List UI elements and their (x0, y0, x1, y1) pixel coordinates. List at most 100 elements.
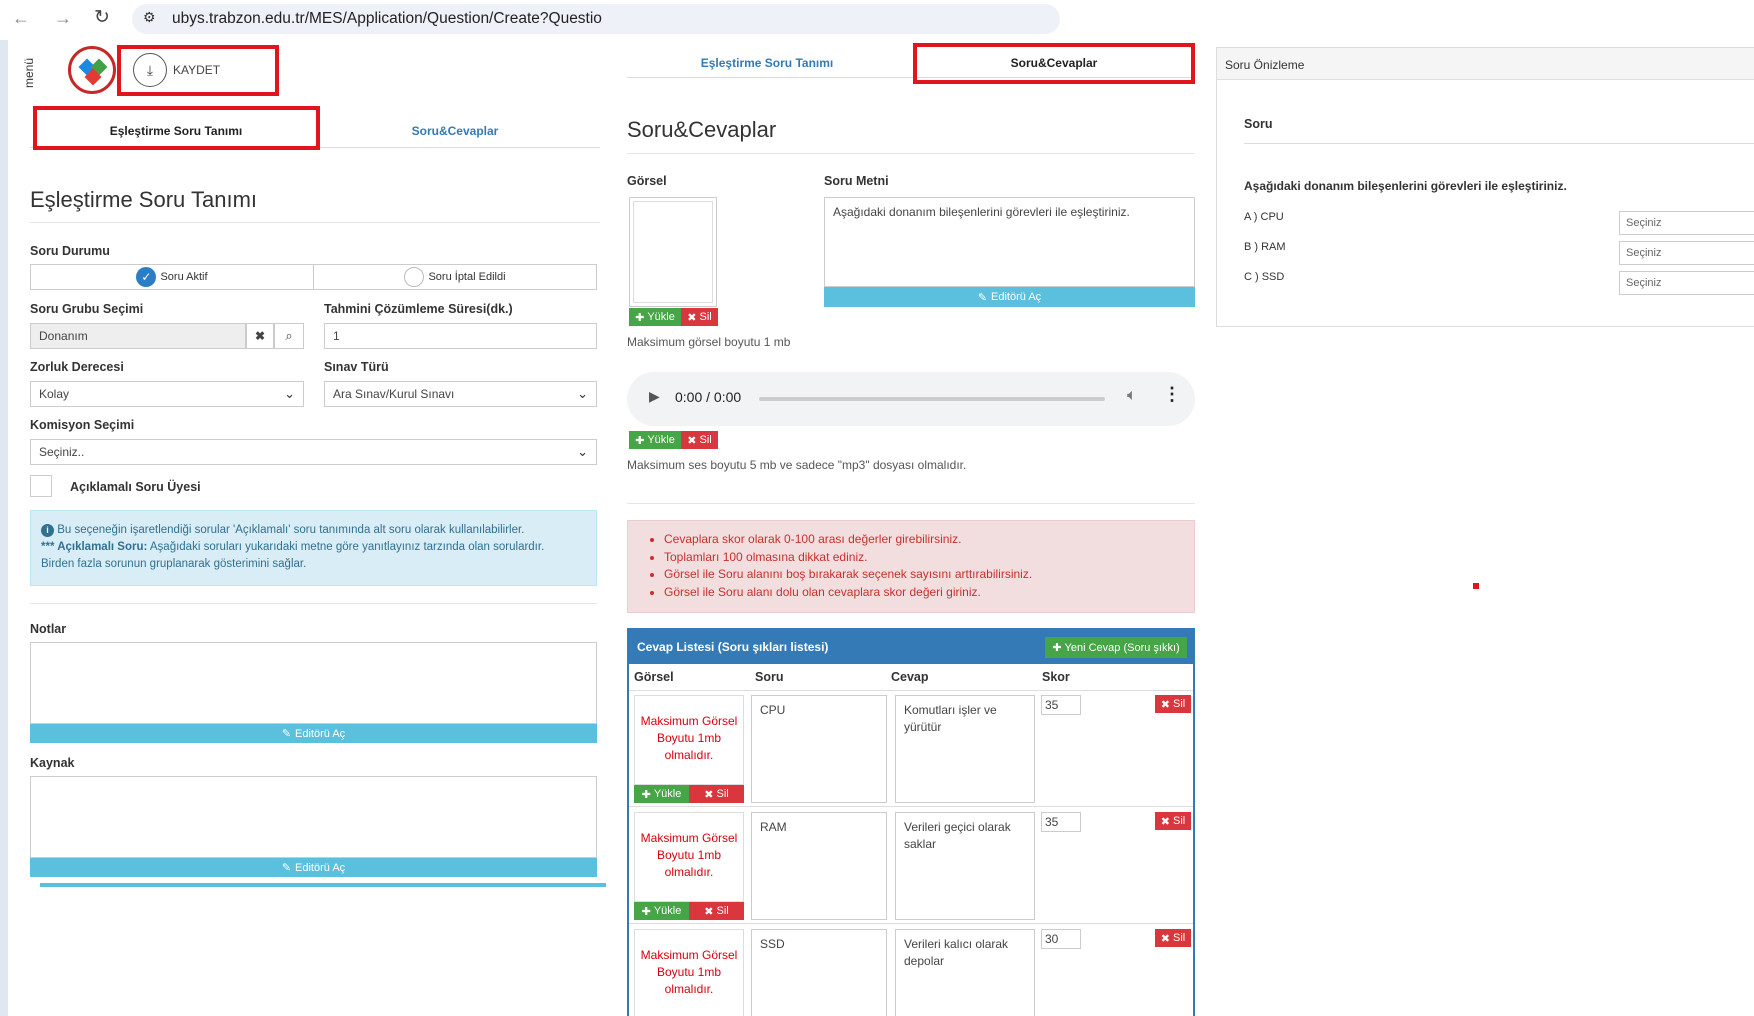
row-skor-value: 30 (1045, 932, 1059, 946)
row-skor-input[interactable]: 30 (1041, 929, 1081, 949)
kaynak-editor-label: Editörü Aç (295, 861, 346, 874)
browser-bar: ← → ↻ ⚙ ubys.trabzon.edu.tr/MES/Applicat… (0, 0, 1060, 40)
kaynak-textarea[interactable] (30, 776, 597, 858)
soru-metni-textarea[interactable]: Aşağıdaki donanım bileşenlerini görevler… (824, 197, 1195, 287)
preview-question-text: Aşağıdaki donanım bileşenlerini görevler… (1244, 179, 1567, 193)
preview-option-label: B ) RAM (1244, 241, 1286, 253)
preview-soru-rule (1244, 143, 1754, 144)
search-group-button[interactable]: ⌕ (274, 323, 304, 349)
row-cevap-textarea[interactable]: Verileri geçici olarak saklar (895, 812, 1035, 920)
gorsel-upload-button[interactable]: ✚ Yükle (629, 308, 681, 326)
row-skor-input[interactable]: 35 (1041, 812, 1081, 832)
reload-icon[interactable]: ↻ (94, 6, 110, 29)
gorsel-delete-label: Sil (699, 311, 712, 323)
kaynak-label: Kaynak (30, 756, 75, 770)
row-upload-button[interactable]: ✚ Yükle (634, 785, 689, 803)
row-gorsel-note-line: Boyutu 1mb (656, 848, 722, 862)
tahmini-input[interactable]: 1 (324, 323, 597, 349)
info-line-2-rest: Aşağıdaki soruları yukarıdaki metne göre… (147, 541, 545, 553)
mid-tab-soru-cevaplar[interactable]: Soru&Cevaplar (917, 56, 1191, 70)
soru-grubu-value: Donanım (39, 329, 88, 343)
sinav-select[interactable]: Ara Sınav/Kurul Sınavı ⌄ (324, 381, 597, 407)
sinav-value: Ara Sınav/Kurul Sınavı (333, 387, 455, 401)
soru-metni-editor-button[interactable]: ✎ Editörü Aç (824, 287, 1195, 307)
row-upload-button[interactable]: ✚ Yükle (634, 902, 689, 920)
audio-player[interactable]: ▶ 0:00 / 0:00 🔈︎ ⋮ (627, 372, 1195, 426)
preview-option-select[interactable]: Seçiniz (1619, 211, 1754, 235)
audio-time: 0:00 / 0:00 (675, 389, 742, 405)
url-text[interactable]: ubys.trabzon.edu.tr/MES/Application/Ques… (172, 10, 612, 28)
notlar-textarea[interactable] (30, 642, 597, 724)
clear-group-button[interactable]: ✖ (246, 323, 274, 349)
komisyon-select[interactable]: Seçiniz.. ⌄ (30, 439, 597, 465)
zorluk-select[interactable]: Kolay ⌄ (30, 381, 304, 407)
row-delete-button[interactable]: ✖ Sil (1155, 929, 1191, 947)
close-icon: ✖ (687, 311, 697, 324)
notlar-editor-button[interactable]: ✎ Editörü Aç (30, 724, 597, 743)
close-icon: ✖ (1160, 932, 1170, 945)
preview-option-label: C ) SSD (1244, 271, 1285, 283)
close-icon: ✖ (704, 788, 714, 801)
row-cevap-textarea[interactable]: Verileri kalıcı olarak depolar (895, 929, 1035, 1016)
volume-icon[interactable]: 🔈︎ (1127, 387, 1137, 405)
yeni-cevap-button[interactable]: ✚ Yeni Cevap (Soru şıkkı) (1045, 637, 1187, 658)
pencil-icon: ✎ (281, 728, 292, 740)
mid-tab-eslestirme[interactable]: Eşleştirme Soru Tanımı (627, 56, 907, 70)
play-icon[interactable]: ▶ (649, 388, 660, 405)
title-rule (30, 222, 600, 223)
gorsel-image-box[interactable] (629, 197, 717, 307)
audio-progress[interactable] (759, 397, 1105, 401)
status-active-label: Soru Aktif (160, 271, 208, 283)
back-icon[interactable]: ← (12, 8, 30, 29)
menu-toggle[interactable]: menü (22, 58, 36, 88)
soru-metni-value: Aşağıdaki donanım bileşenlerini görevler… (833, 205, 1130, 219)
row-delete-button[interactable]: ✖ Sil (1155, 695, 1191, 713)
tab-soru-cevaplar[interactable]: Soru&Cevaplar (320, 124, 590, 138)
preview-option-select[interactable]: Seçiniz (1619, 241, 1754, 265)
col-skor: Skor (1042, 670, 1070, 684)
university-logo (68, 46, 116, 94)
more-options-icon[interactable]: ⋮ (1163, 384, 1181, 405)
zorluk-value: Kolay (39, 387, 70, 401)
warning-item: Cevaplara skor olarak 0-100 arası değerl… (664, 531, 1194, 549)
plus-icon: ✚ (635, 434, 645, 447)
save-button[interactable]: ⤓ KAYDET (133, 52, 263, 88)
row-soru-textarea[interactable]: SSD (751, 929, 887, 1016)
row-cevap-textarea[interactable]: Komutları işler ve yürütür (895, 695, 1035, 803)
row-skor-input[interactable]: 35 (1041, 695, 1081, 715)
status-cancelled-label: Soru İptal Edildi (428, 271, 506, 283)
soru-grubu-label: Soru Grubu Seçimi (30, 302, 144, 316)
col-cevap: Cevap (891, 670, 929, 684)
row-cevap-value: Verileri geçici olarak saklar (904, 820, 1011, 851)
audio-upload-button[interactable]: ✚ Yükle (629, 431, 681, 449)
warning-list: Cevaplara skor olarak 0-100 arası değerl… (664, 531, 1194, 601)
soru-grubu-field[interactable]: Donanım (30, 323, 246, 349)
row-gorsel-note: Maksimum Görsel Boyutu 1mb olmalıdır. (634, 947, 744, 998)
kaynak-editor-button[interactable]: ✎ Editörü Aç (30, 858, 597, 877)
status-cancelled-option[interactable]: Soru İptal Edildi (314, 265, 596, 289)
tab-eslestirme[interactable]: Eşleştirme Soru Tanımı (36, 124, 316, 138)
left-bottom-bar (40, 883, 606, 887)
row-soru-textarea[interactable]: RAM (751, 812, 887, 920)
audio-delete-button[interactable]: ✖ Sil (681, 431, 718, 449)
max-ses-note: Maksimum ses boyutu 5 mb ve sadece "mp3"… (627, 458, 967, 472)
gorsel-delete-button[interactable]: ✖ Sil (681, 308, 718, 326)
row-skor-value: 35 (1045, 815, 1059, 829)
row-delete-button[interactable]: ✖ Sil (1155, 812, 1191, 830)
red-dot (1473, 583, 1479, 589)
row-soru-textarea[interactable]: CPU (751, 695, 887, 803)
audio-rule (627, 503, 1195, 504)
row-cevap-value: Verileri kalıcı olarak depolar (904, 937, 1009, 968)
forward-icon[interactable]: → (54, 8, 72, 29)
preview-soru-label: Soru (1244, 117, 1273, 131)
row-gorsel-note-line: olmalıdır. (664, 865, 714, 879)
row-image-delete-button[interactable]: ✖ Sil (689, 785, 744, 803)
row-gorsel-note-line: Boyutu 1mb (656, 731, 722, 745)
row-cevap-value: Komutları işler ve yürütür (904, 703, 997, 734)
aciklamali-checkbox[interactable] (30, 475, 52, 497)
preview-option-select[interactable]: Seçiniz (1619, 271, 1754, 295)
row-image-delete-button[interactable]: ✖ Sil (689, 902, 744, 920)
site-settings-icon[interactable]: ⚙ (143, 9, 156, 26)
status-active-option[interactable]: ✓ Soru Aktif (31, 265, 314, 289)
zorluk-label: Zorluk Derecesi (30, 360, 124, 374)
